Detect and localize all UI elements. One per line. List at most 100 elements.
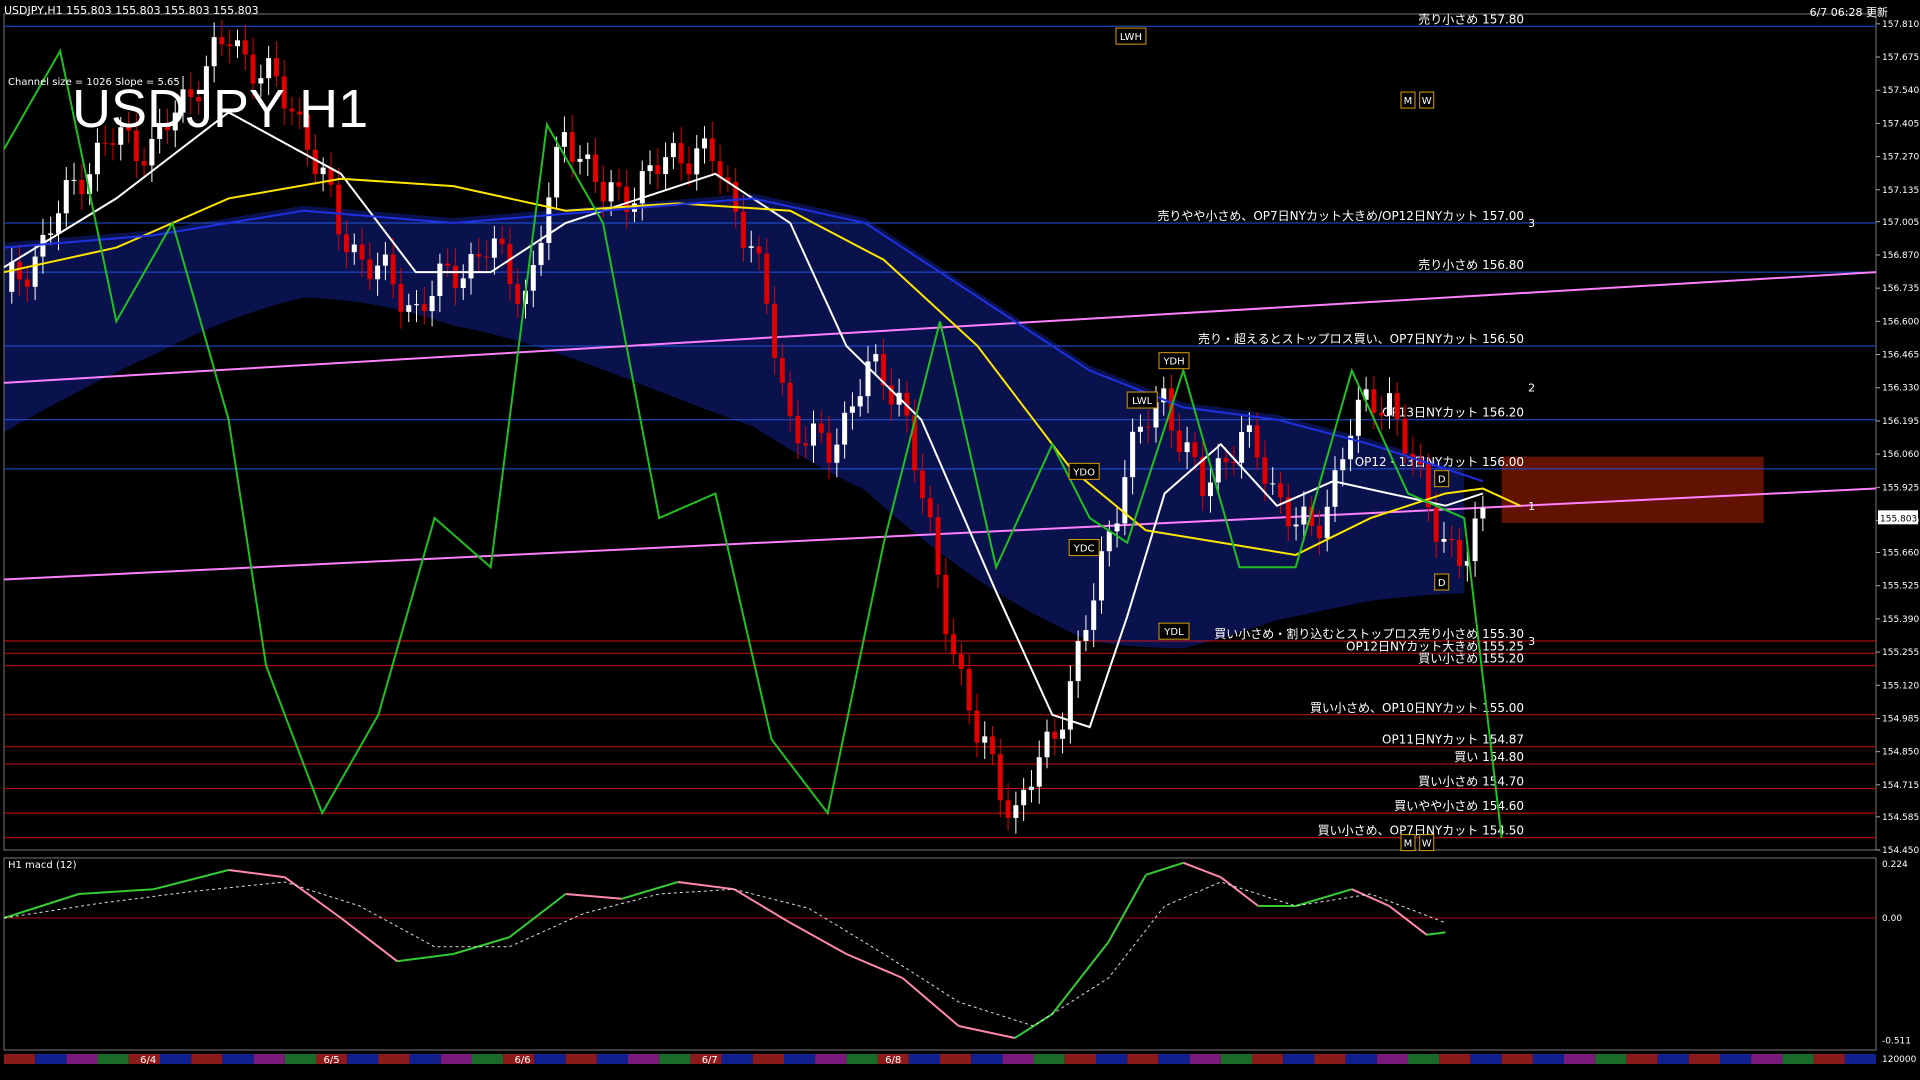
candle-body <box>343 234 349 253</box>
session-strip-cell <box>4 1054 36 1064</box>
session-strip-cell <box>191 1054 223 1064</box>
y-tick-label: 156.195 <box>1882 417 1919 427</box>
candle-body <box>491 238 497 258</box>
candle-body <box>227 44 233 47</box>
candle-body <box>1355 399 1361 436</box>
level-label: OP11日NYカット 154.87 <box>1382 733 1524 747</box>
macd-main-segment <box>565 893 622 900</box>
candle-body <box>1215 458 1221 483</box>
macd-tick-label: 0.224 <box>1882 860 1908 870</box>
candle-body <box>71 179 77 181</box>
candle-body <box>1145 426 1151 428</box>
marker-box-label: YDL <box>1163 627 1184 638</box>
level-label: 売り・超えるとストップロス買い、OP7日NYカット 156.50 <box>1198 331 1524 346</box>
candle-body <box>1176 430 1182 453</box>
candle-body <box>312 149 318 175</box>
candle-body <box>336 184 342 235</box>
marker-box-label: YDH <box>1162 357 1184 368</box>
y-tick-label: 157.270 <box>1882 153 1919 163</box>
candle-body <box>1067 681 1073 730</box>
macd-main-segment <box>228 869 285 879</box>
y-tick-label: 155.120 <box>1882 681 1919 691</box>
candle-body <box>1075 640 1081 682</box>
session-strip-cell <box>1439 1054 1471 1064</box>
y-tick-label: 154.585 <box>1882 813 1919 823</box>
candle-body <box>935 517 941 575</box>
candle-body <box>608 182 614 202</box>
candle-body <box>1207 482 1213 497</box>
candle-body <box>273 58 279 77</box>
candle-body <box>1402 418 1408 454</box>
candle-body <box>1091 600 1097 630</box>
projection-label: 2 <box>1528 382 1535 395</box>
candle-body <box>55 213 61 234</box>
candle-body <box>94 142 100 175</box>
macd-tick-label: -0.511 <box>1882 1037 1911 1047</box>
session-strip-cell <box>284 1054 316 1064</box>
candle-body <box>772 303 778 358</box>
candle-body <box>211 37 217 67</box>
candle-body <box>484 256 490 258</box>
session-strip-cell <box>1688 1054 1720 1064</box>
session-strip-cell <box>1033 1054 1065 1064</box>
candle-body <box>1130 431 1136 478</box>
candle-body <box>398 284 404 312</box>
candle-body <box>927 498 933 518</box>
candle-body <box>390 254 396 285</box>
candle-body <box>569 132 575 162</box>
candle-body <box>79 179 85 195</box>
candle-body <box>421 304 427 312</box>
y-tick-label: 155.925 <box>1882 483 1919 493</box>
session-strip-cell <box>1220 1054 1252 1064</box>
candle-body <box>1480 507 1486 519</box>
session-strip-cell <box>596 1054 628 1064</box>
candle-body <box>554 146 560 198</box>
candle-body <box>1449 538 1455 540</box>
candle-body <box>686 163 692 175</box>
current-price-label: 155.803 <box>1880 514 1917 524</box>
session-strip-cell <box>1127 1054 1159 1064</box>
price-chart[interactable]: 売り小さめ 157.80 売りやや小さめ、OP7日NYカット大きめ/OP12日NY… <box>0 0 1920 1080</box>
y-tick-label: 154.450 <box>1882 846 1919 856</box>
macd-main-segment <box>846 953 903 979</box>
y-tick-label: 157.405 <box>1882 119 1919 129</box>
session-strip-cell <box>1813 1054 1845 1064</box>
session-strip-cell <box>1720 1054 1752 1064</box>
session-strip-cell <box>97 1054 129 1064</box>
session-strip-cell <box>1283 1054 1315 1064</box>
session-strip-cell <box>1158 1054 1190 1064</box>
candle-body <box>616 182 622 187</box>
marker-box-label: M <box>1404 96 1413 107</box>
candle-body <box>515 284 521 305</box>
session-strip-cell <box>222 1054 254 1064</box>
candle-body <box>803 443 809 446</box>
candle-body <box>320 167 326 175</box>
macd-main-segment <box>958 1025 1016 1039</box>
candle-body <box>1083 629 1089 641</box>
candle-body <box>748 246 754 248</box>
session-strip-cell <box>1408 1054 1440 1064</box>
session-strip-cell <box>378 1054 410 1064</box>
session-strip-cell <box>440 1054 472 1064</box>
candle-body <box>919 470 925 499</box>
session-strip-cell <box>1252 1054 1284 1064</box>
macd-main-segment <box>3 893 80 919</box>
session-strip-cell <box>534 1054 566 1064</box>
marker-box-label: D <box>1438 578 1446 589</box>
session-strip-cell <box>1376 1054 1408 1064</box>
candle-body <box>530 265 536 291</box>
level-label: 売りやや小さめ、OP7日NYカット大きめ/OP12日NYカット 157.00 <box>1157 208 1524 223</box>
candle-body <box>1246 425 1252 433</box>
candle-body <box>445 263 451 266</box>
macd-signal-line <box>3 881 1446 1027</box>
candle-body <box>1371 389 1377 413</box>
candle-body <box>1137 426 1143 432</box>
session-strip-cell <box>66 1054 98 1064</box>
macd-main-segment <box>1051 941 1110 1015</box>
y-tick-label: 154.985 <box>1882 714 1919 724</box>
macd-panel: 0.224 0.00 -0.511 120000 <box>3 860 1917 1065</box>
candle-body <box>678 143 684 164</box>
marker-box-label: YDO <box>1072 467 1095 478</box>
candle-body <box>561 132 567 147</box>
candle-body <box>382 254 388 266</box>
